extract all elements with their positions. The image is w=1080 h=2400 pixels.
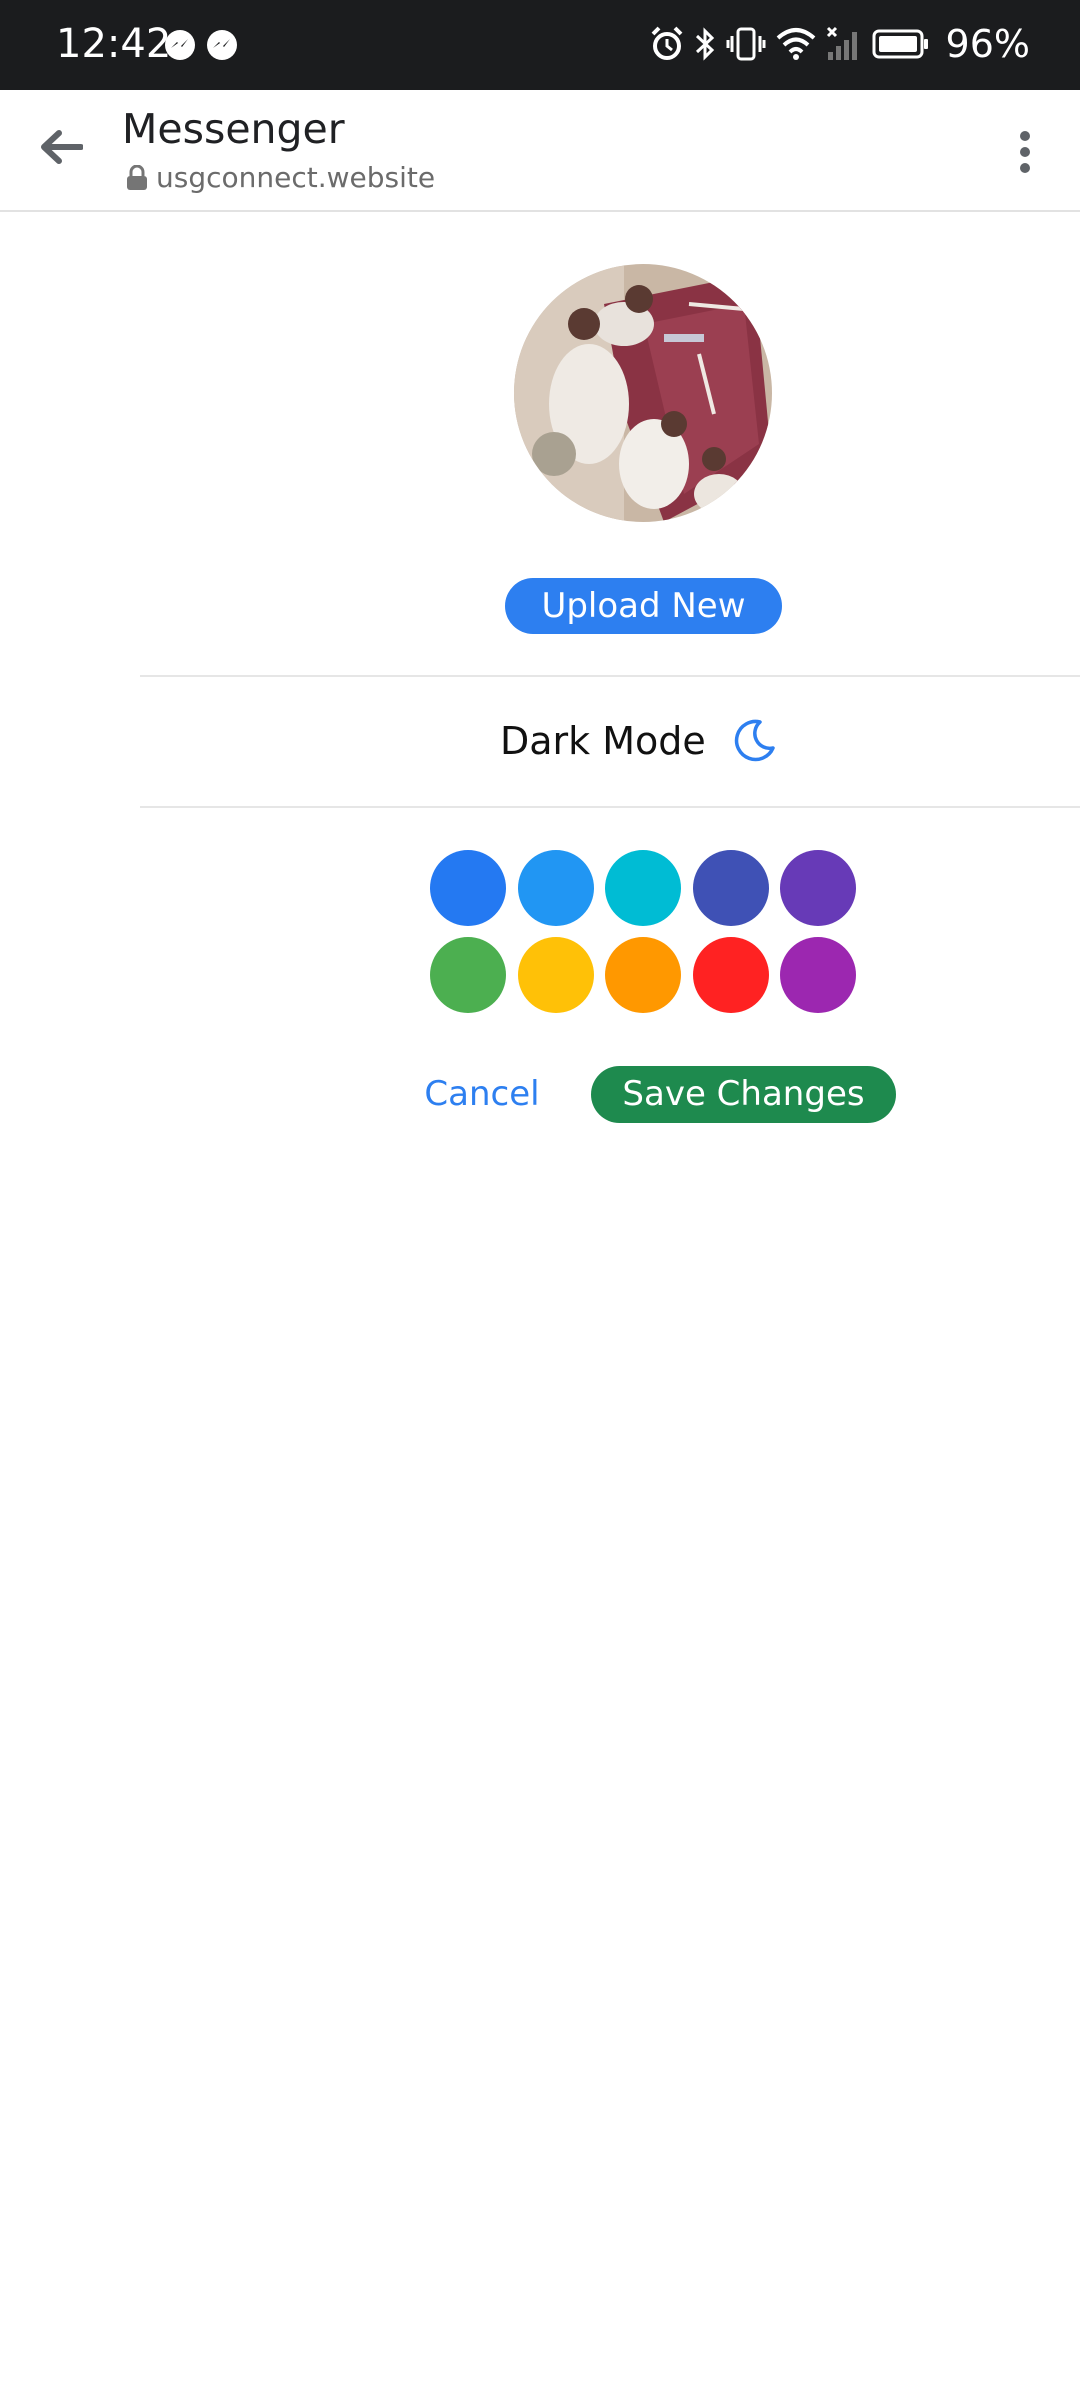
wifi-icon bbox=[776, 28, 815, 60]
status-time: 12:42 bbox=[56, 21, 172, 67]
signal-icon bbox=[826, 26, 857, 60]
cancel-button[interactable]: Cancel bbox=[408, 1066, 556, 1122]
dark-mode-label: Dark Mode bbox=[500, 719, 706, 763]
alarm-icon bbox=[651, 26, 682, 60]
vibrate-icon bbox=[726, 27, 766, 61]
save-changes-button[interactable]: Save Changes bbox=[591, 1066, 896, 1123]
color-swatch[interactable] bbox=[517, 937, 594, 1013]
bluetooth-icon bbox=[695, 27, 714, 61]
color-swatch[interactable] bbox=[605, 850, 681, 926]
color-swatch[interactable] bbox=[780, 937, 856, 1013]
app-bar: Messenger usgconnect.website bbox=[0, 90, 1080, 212]
page-url[interactable]: usgconnect.website bbox=[126, 160, 435, 196]
color-swatch[interactable] bbox=[605, 937, 681, 1013]
messenger-icon bbox=[165, 30, 195, 60]
messenger-icon bbox=[207, 30, 237, 60]
more-vert-icon bbox=[1020, 131, 1030, 173]
system-status-icons: 96% bbox=[650, 18, 1030, 70]
moon-icon bbox=[734, 719, 775, 762]
upload-new-button[interactable]: Upload New bbox=[505, 578, 782, 634]
url-text: usgconnect.website bbox=[156, 161, 436, 194]
page-title: Messenger bbox=[122, 105, 345, 153]
color-swatch[interactable] bbox=[780, 850, 856, 926]
profile-avatar bbox=[514, 264, 772, 522]
color-swatch[interactable] bbox=[430, 937, 506, 1013]
lock-icon bbox=[127, 165, 147, 190]
color-swatch[interactable] bbox=[517, 850, 594, 926]
color-swatch[interactable] bbox=[430, 850, 506, 926]
color-swatch[interactable] bbox=[692, 850, 769, 926]
battery-percent: 96% bbox=[945, 22, 1030, 66]
dark-mode-toggle[interactable]: Dark Mode bbox=[140, 676, 1080, 806]
color-swatch[interactable] bbox=[692, 937, 769, 1013]
battery-icon bbox=[872, 29, 928, 59]
arrow-back-icon bbox=[41, 130, 83, 164]
status-bar: 12:42 96% bbox=[0, 0, 1080, 90]
back-button[interactable] bbox=[30, 116, 92, 178]
more-options-button[interactable] bbox=[1000, 122, 1050, 182]
divider bbox=[140, 806, 1080, 808]
